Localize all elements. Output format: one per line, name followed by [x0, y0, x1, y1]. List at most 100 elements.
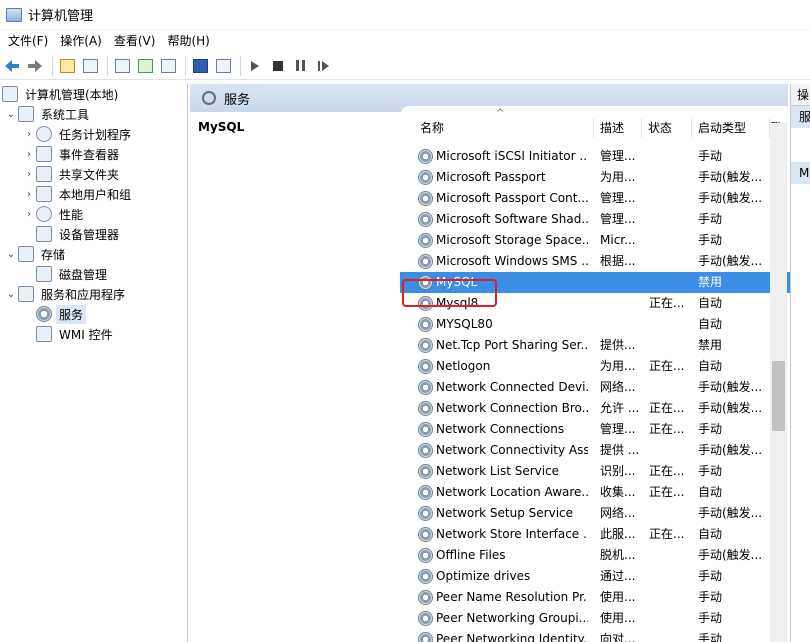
tree-item-services[interactable]: 服务: [36, 304, 87, 324]
service-status: 正在...: [649, 359, 685, 373]
service-status: 正在...: [649, 464, 685, 478]
service-startup-type: 自动: [698, 485, 723, 499]
pause-service-button[interactable]: [291, 56, 311, 76]
actions-item-mysql[interactable]: M: [791, 162, 810, 184]
chevron-right-icon[interactable]: ›: [22, 169, 36, 180]
scrollbar-thumb[interactable]: [772, 361, 785, 431]
chevron-down-icon[interactable]: ⌄: [4, 289, 18, 300]
tree-item-local-users-groups[interactable]: › 本地用户和组: [22, 184, 134, 204]
view-button[interactable]: [213, 56, 233, 76]
tree-item-storage[interactable]: ⌄ 存储: [4, 244, 68, 264]
menu-file[interactable]: 文件(F): [2, 30, 54, 52]
toolbar-separator: [185, 55, 186, 76]
table-row[interactable]: Network Connection Bro... 允许 ... 正在... 手动(触…: [400, 398, 792, 419]
column-name[interactable]: 名称: [414, 118, 594, 138]
tree-item-shared-folders[interactable]: › 共享文件夹: [22, 164, 122, 184]
services-search-icon: [202, 91, 216, 105]
folder-up-icon: [59, 58, 75, 73]
start-service-button[interactable]: [245, 56, 265, 76]
services-scrollbar[interactable]: [770, 123, 787, 642]
menu-help[interactable]: 帮助(H): [161, 30, 215, 52]
actions-item-services[interactable]: 服: [791, 106, 810, 128]
service-startup-type: 自动: [698, 317, 723, 331]
tree-item-disk-management[interactable]: 磁盘管理: [36, 264, 110, 284]
chevron-down-icon[interactable]: ⌄: [4, 249, 18, 260]
stop-service-button[interactable]: [268, 56, 288, 76]
service-startup-type: 手动(触发...: [698, 380, 763, 394]
tree-item-computer-management[interactable]: 计算机管理(本地): [2, 84, 121, 104]
table-row[interactable]: Network Store Interface ...此服...正在...自动本: [400, 524, 792, 545]
service-startup-type: 自动: [698, 359, 723, 373]
service-name: Netlogon: [436, 359, 491, 373]
tree-item-task-scheduler[interactable]: › 任务计划程序: [22, 124, 134, 144]
menu-action[interactable]: 操作(A): [54, 30, 108, 52]
table-row[interactable]: Netlogon为用...正在...自动本: [400, 356, 792, 377]
table-row[interactable]: Microsoft Windows SMS ...根据...手动(触发...本: [400, 251, 792, 272]
table-row[interactable]: Microsoft Passport为用...手动(触发...本: [400, 167, 792, 188]
properties-button[interactable]: [112, 56, 132, 76]
service-startup-type: 自动: [698, 527, 723, 541]
restart-service-button[interactable]: [314, 56, 334, 76]
service-startup-type: 手动(触发...: [698, 191, 763, 205]
chevron-right-icon[interactable]: ›: [22, 149, 36, 160]
column-startup-type[interactable]: 启动类型: [692, 118, 770, 138]
tree-item-performance[interactable]: › 性能: [22, 204, 86, 224]
table-row[interactable]: Network Location Aware...收集...正在...自动网: [400, 482, 792, 503]
service-description: [600, 314, 638, 335]
table-row[interactable]: Peer Name Resolution Pr...使用...手动本: [400, 587, 792, 608]
service-gear-icon: [418, 527, 433, 542]
forward-button[interactable]: [25, 56, 45, 76]
tree-item-wmi-control[interactable]: WMI 控件: [36, 324, 116, 344]
refresh-button[interactable]: [135, 56, 155, 76]
table-row[interactable]: Microsoft Storage Space...Micr...手动网: [400, 230, 792, 251]
service-gear-icon: [418, 317, 433, 332]
table-row[interactable]: Network Setup Service网络...手动(触发...本: [400, 503, 792, 524]
table-row[interactable]: Network Connected Devi...网络...手动(触发...本: [400, 377, 792, 398]
table-row[interactable]: Net.Tcp Port Sharing Ser...提供...禁用本: [400, 335, 792, 356]
computer-management-icon: [6, 7, 22, 22]
table-row[interactable]: Peer Networking Identity...向对...手动本: [400, 629, 792, 642]
pause-icon: [296, 60, 305, 71]
service-name: Network Connections: [436, 422, 565, 436]
table-row[interactable]: Microsoft Passport Cont...管理...手动(触发...本: [400, 188, 792, 209]
service-gear-icon: [418, 233, 433, 248]
help-button[interactable]: [190, 56, 210, 76]
show-hide-tree-button[interactable]: [80, 56, 100, 76]
service-name: Offline Files: [436, 548, 506, 562]
table-row[interactable]: MYSQL80自动网: [400, 314, 792, 335]
chevron-right-icon[interactable]: ›: [22, 209, 36, 220]
service-description: 管理...: [600, 422, 636, 436]
column-status[interactable]: 状态: [642, 118, 692, 138]
table-row[interactable]: Microsoft Software Shad...管理...手动本: [400, 209, 792, 230]
chevron-right-icon[interactable]: ›: [22, 189, 36, 200]
service-description: 使用...: [600, 590, 636, 604]
service-gear-icon: [418, 149, 433, 164]
menu-view[interactable]: 查看(V): [108, 30, 162, 52]
table-row[interactable]: Peer Networking Groupi...使用...手动本: [400, 608, 792, 629]
service-status: [649, 272, 691, 293]
table-row[interactable]: Microsoft iSCSI Initiator ...管理...手动本: [400, 146, 792, 167]
chevron-right-icon[interactable]: ›: [22, 129, 36, 140]
chevron-down-icon[interactable]: ⌄: [4, 109, 18, 120]
service-startup-type: 禁用: [698, 338, 723, 352]
table-row[interactable]: Network Connections管理...正在...手动本: [400, 419, 792, 440]
tree-item-device-manager[interactable]: 设备管理器: [36, 224, 122, 244]
service-description: 网络...: [600, 506, 636, 520]
table-row[interactable]: Network Connectivity Ass... 提供 ... 手动(触发..…: [400, 440, 792, 461]
table-row[interactable]: Optimize drives通过...手动本: [400, 566, 792, 587]
up-folder-button[interactable]: [57, 56, 77, 76]
column-description[interactable]: 描述: [594, 118, 642, 138]
service-status: [649, 629, 691, 642]
help-icon: [192, 58, 208, 73]
table-row[interactable]: Offline Files脱机...手动(触发...本: [400, 545, 792, 566]
table-row[interactable]: Network List Service识别...正在...手动本: [400, 461, 792, 482]
tree-item-services-applications[interactable]: ⌄ 服务和应用程序: [4, 284, 128, 304]
service-description: 网络...: [600, 380, 636, 394]
toolbar-separator: [240, 55, 241, 76]
tree-item-system-tools[interactable]: ⌄ 系统工具: [4, 104, 92, 124]
export-list-button[interactable]: [158, 56, 178, 76]
window-title: 计算机管理: [28, 9, 94, 24]
back-button[interactable]: [2, 56, 22, 76]
tools-icon: [18, 106, 34, 122]
tree-item-event-viewer[interactable]: › 事件查看器: [22, 144, 122, 164]
